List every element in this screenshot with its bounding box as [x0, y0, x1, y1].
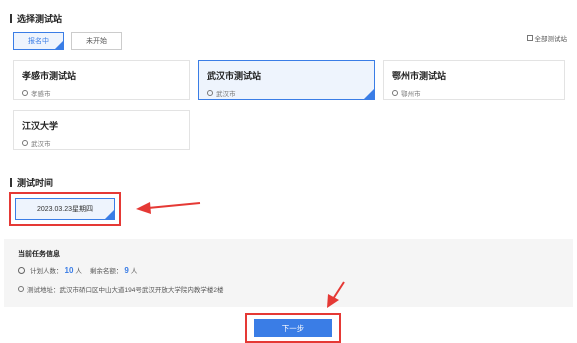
annotation-arrows — [136, 202, 345, 308]
next-arrow-icon — [327, 281, 345, 308]
date-arrow-icon — [136, 202, 201, 214]
